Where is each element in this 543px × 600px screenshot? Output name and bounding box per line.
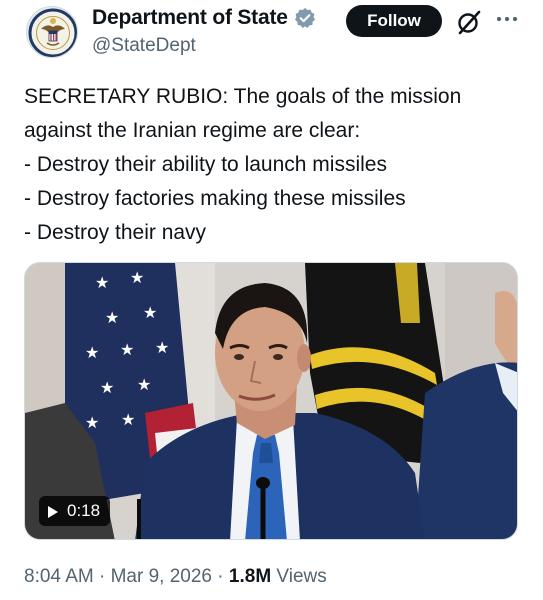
video-player[interactable]: ★ ★ ★ ★ ★ ★ ★ ★ ★ ★ ★ 0:18 [24,262,518,540]
name-row: Department of State [92,6,316,30]
follow-button[interactable]: Follow [346,5,442,37]
meta-separator: · [93,566,111,587]
svg-text:★: ★ [130,268,144,287]
tweet-metadata: 8:04 AM · Mar 9, 2026 · 1.8M Views [24,566,327,588]
play-icon[interactable] [47,504,59,518]
svg-text:★: ★ [105,308,119,327]
meta-separator: · [212,566,229,587]
video-duration-badge: 0:18 [39,496,111,526]
grok-icon[interactable] [455,8,483,36]
post-date[interactable]: Mar 9, 2026 [111,566,212,587]
tweet-line: - Destroy their navy [24,221,207,244]
avatar[interactable] [26,6,78,58]
video-duration: 0:18 [67,501,101,520]
views-label: Views [271,566,327,587]
tweet-line: - Destroy their ability to launch missil… [24,153,387,176]
account-handle[interactable]: @StateDept [92,35,196,57]
post-time[interactable]: 8:04 AM [24,566,94,587]
svg-text:★: ★ [137,375,151,394]
svg-text:★: ★ [155,338,169,357]
more-options-icon[interactable] [494,6,520,32]
tweet-line: SECRETARY RUBIO: The goals of the missio… [24,85,462,108]
svg-text:★: ★ [100,378,114,397]
tweet-line: against the Iranian regime are clear: [24,119,361,142]
tweet-text: SECRETARY RUBIO: The goals of the missio… [24,80,524,250]
svg-text:★: ★ [85,343,99,362]
tweet-line: - Destroy factories making these missile… [24,187,406,210]
svg-text:★: ★ [85,413,99,432]
tweet-header: Department of State @StateDept Follow [0,0,543,70]
svg-text:★: ★ [143,303,157,322]
svg-text:★: ★ [121,410,135,429]
svg-text:★: ★ [95,273,109,292]
views-count[interactable]: 1.8M [229,566,271,587]
svg-text:★: ★ [120,340,134,359]
department-of-state-seal-icon [28,8,77,57]
government-verified-badge-icon[interactable] [294,7,316,29]
display-name[interactable]: Department of State [92,6,288,30]
